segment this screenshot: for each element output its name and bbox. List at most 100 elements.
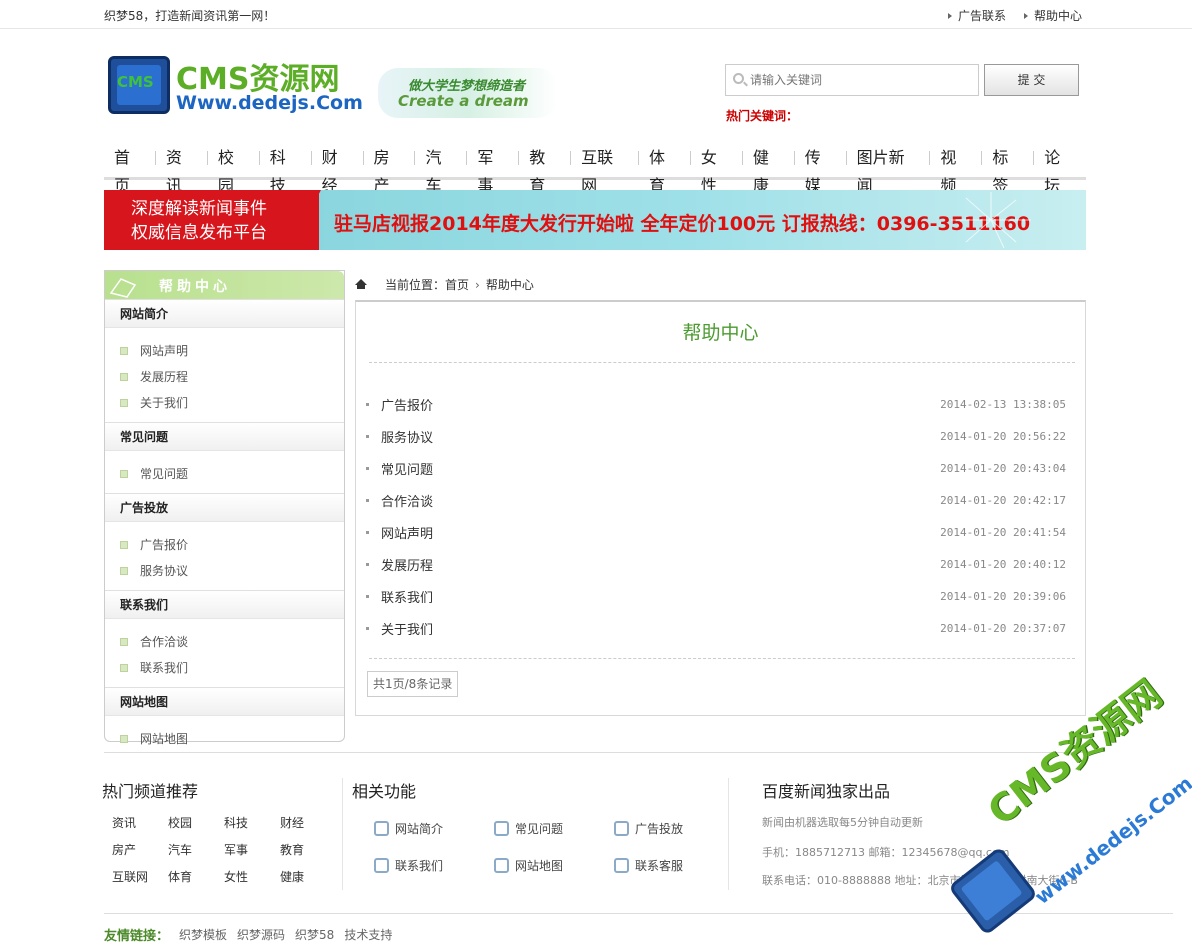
footer-function-link[interactable]: 广告投放 (614, 820, 734, 837)
footer-divider (342, 778, 343, 890)
nav-item[interactable]: 图片新闻 (847, 144, 931, 195)
sidebar-item[interactable]: 广告报价 (105, 532, 344, 558)
pagination-info: 共1页/8条记录 (367, 671, 459, 697)
list-item: 广告报价 2014-02-13 13:38:05 (366, 388, 1066, 420)
logo-url: Www.dedejs.Com (176, 92, 363, 114)
sidebar-group-title[interactable]: 网站地图 (105, 687, 344, 716)
submit-button[interactable]: 提 交 (984, 64, 1079, 96)
top-link-ad[interactable]: 广告联系 (947, 7, 1006, 24)
sidebar-group: 常见问题 常见问题 (105, 422, 344, 493)
page-title: 帮助中心 (682, 322, 759, 344)
footer-function-link[interactable]: 常见问题 (494, 820, 614, 837)
question-icon (494, 821, 509, 836)
nav-item[interactable]: 科技 (260, 144, 312, 195)
article-list: 广告报价 2014-02-13 13:38:05 服务协议 2014-01-20 2… (366, 388, 1066, 645)
footer-channel-link[interactable]: 校园 (168, 814, 224, 831)
firework-icon (951, 192, 1031, 249)
footer-channels: 热门频道推荐 资讯 校园 科技 财经 房产 汽车 军事 教育 互联网 体育 女性… (102, 778, 336, 885)
nav-item[interactable]: 资讯 (156, 144, 208, 195)
list-item: 网站声明 2014-01-20 20:41:54 (366, 516, 1066, 548)
friend-link[interactable]: 技术支持 (344, 926, 392, 943)
arrow-right-icon (947, 12, 952, 19)
footer-channel-link[interactable]: 女性 (224, 868, 280, 885)
footer-functions: 相关功能 网站简介 常见问题 广告投放 联系我们 网站地图 联系客服 (352, 778, 734, 874)
document-icon (374, 821, 389, 836)
sidebar-item[interactable]: 发展历程 (105, 364, 344, 390)
footer-channel-link[interactable]: 房产 (112, 841, 168, 858)
nav-item[interactable]: 汽车 (415, 144, 468, 195)
sidebar-group-title[interactable]: 常见问题 (105, 422, 344, 451)
banner-headline: 驻马店视报2014年度大发行开始啦 全年定价100元 订报热线：0396-351… (334, 213, 1031, 235)
nav-item[interactable]: 房产 (364, 144, 416, 195)
square-bullet-icon (120, 735, 128, 743)
nav-item[interactable]: 体育 (639, 144, 691, 195)
sidebar-item[interactable]: 网站地图 (105, 726, 344, 752)
breadcrumb-current[interactable]: 帮助中心 (486, 276, 534, 293)
sidebar-item[interactable]: 关于我们 (105, 390, 344, 416)
site-logo[interactable]: CMS CMS资源网 Www.dedejs.Com (108, 54, 370, 118)
nav-item[interactable]: 军事 (467, 144, 520, 195)
nav-item[interactable]: 传媒 (795, 144, 847, 195)
chevron-right-icon: › (475, 277, 480, 292)
book-logo-icon: CMS (108, 56, 170, 114)
nav-item[interactable]: 女性 (691, 144, 743, 195)
bullet-icon (366, 466, 369, 470)
friend-link[interactable]: 织梦58 (295, 926, 334, 943)
sidebar-group: 联系我们 合作洽谈 联系我们 (105, 590, 344, 687)
footer-divider (728, 778, 729, 890)
footer-channel-link[interactable]: 体育 (168, 868, 224, 885)
footer-function-link[interactable]: 网站地图 (494, 857, 614, 874)
nav-item[interactable]: 财经 (312, 144, 364, 195)
divider (369, 362, 1075, 363)
friend-link[interactable]: 织梦模板 (179, 926, 227, 943)
footer-function-link[interactable]: 网站简介 (374, 820, 494, 837)
nav-item[interactable]: 互联网 (571, 144, 639, 195)
nav-item[interactable]: 论坛 (1034, 144, 1086, 195)
bullet-icon (366, 530, 369, 534)
sidebar-group-title[interactable]: 广告投放 (105, 493, 344, 522)
footer-channel-link[interactable]: 财经 (280, 814, 336, 831)
top-link-help[interactable]: 帮助中心 (1023, 7, 1082, 24)
nav-item[interactable]: 视频 (930, 144, 983, 195)
footer-channel-link[interactable]: 教育 (280, 841, 336, 858)
sidebar-item[interactable]: 网站声明 (105, 338, 344, 364)
nav-item[interactable]: 教育 (519, 144, 572, 195)
nav-item[interactable]: 标签 (982, 144, 1035, 195)
tagline: 做大学生梦想缔造者 Create a dream (378, 68, 558, 118)
footer-channel-link[interactable]: 科技 (224, 814, 280, 831)
square-bullet-icon (120, 664, 128, 672)
footer-function-link[interactable]: 联系我们 (374, 857, 494, 874)
footer-channel-link[interactable]: 军事 (224, 841, 280, 858)
breadcrumb: 当前位置： 首页 › 帮助中心 (355, 276, 534, 293)
breadcrumb-home[interactable]: 首页 (445, 276, 469, 293)
divider (369, 658, 1075, 659)
footer-channel-link[interactable]: 互联网 (112, 868, 168, 885)
promo-banner[interactable]: 深度解读新闻事件 权威信息发布平台 驻马店视报2014年度大发行开始啦 全年定价1… (104, 190, 1086, 250)
nav-item[interactable]: 校园 (208, 144, 260, 195)
sidebar-group-title[interactable]: 网站简介 (105, 299, 344, 328)
footer-channel-link[interactable]: 健康 (280, 868, 336, 885)
bullet-icon (366, 402, 369, 406)
sidebar-group: 网站简介 网站声明 发展历程 关于我们 (105, 299, 344, 422)
list-item: 发展历程 2014-01-20 20:40:12 (366, 548, 1066, 580)
footer-functions-title: 相关功能 (352, 782, 417, 801)
sidebar-item[interactable]: 服务协议 (105, 558, 344, 584)
friend-link[interactable]: 织梦源码 (237, 926, 285, 943)
footer-channel-link[interactable]: 资讯 (112, 814, 168, 831)
sidebar-item[interactable]: 常见问题 (105, 461, 344, 487)
home-icon (355, 279, 367, 290)
top-links: 广告联系 帮助中心 (947, 7, 1082, 24)
nav-item[interactable]: 健康 (743, 144, 795, 195)
contact-icon (374, 858, 389, 873)
sidebar-item[interactable]: 合作洽谈 (105, 629, 344, 655)
sidebar-item[interactable]: 联系我们 (105, 655, 344, 681)
square-bullet-icon (120, 470, 128, 478)
list-item: 合作洽谈 2014-01-20 20:42:17 (366, 484, 1066, 516)
sidebar-group: 网站地图 网站地图 (105, 687, 344, 758)
footer-function-link[interactable]: 联系客服 (614, 857, 734, 874)
footer-channel-link[interactable]: 汽车 (168, 841, 224, 858)
sidebar-group-title[interactable]: 联系我们 (105, 590, 344, 619)
nav-item[interactable]: 首页 (104, 144, 156, 195)
search-box (725, 64, 979, 96)
search-input[interactable] (750, 70, 970, 90)
